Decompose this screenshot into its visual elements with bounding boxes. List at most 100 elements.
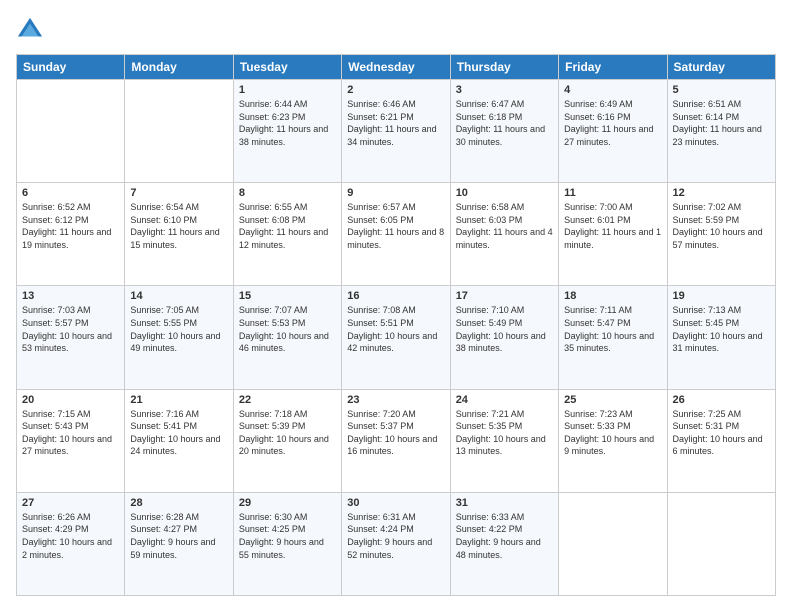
- day-number: 16: [347, 290, 444, 302]
- day-info: Sunrise: 7:08 AMSunset: 5:51 PMDaylight:…: [347, 304, 444, 354]
- calendar-cell: 11Sunrise: 7:00 AMSunset: 6:01 PMDayligh…: [559, 183, 667, 286]
- day-number: 1: [239, 84, 336, 96]
- day-number: 12: [673, 187, 770, 199]
- day-info: Sunrise: 6:52 AMSunset: 6:12 PMDaylight:…: [22, 201, 119, 251]
- day-header-friday: Friday: [559, 55, 667, 80]
- day-info: Sunrise: 7:07 AMSunset: 5:53 PMDaylight:…: [239, 304, 336, 354]
- calendar-week-row: 1 Sunrise: 6:44 AMSunset: 6:23 PMDaylight…: [17, 80, 776, 183]
- day-info: Sunrise: 7:25 AMSunset: 5:31 PMDaylight:…: [673, 408, 770, 458]
- calendar-cell: 23 Sunrise: 7:20 AMSunset: 5:37 PMDayligh…: [342, 389, 450, 492]
- day-number: 26: [673, 394, 770, 406]
- day-info: Sunrise: 7:20 AMSunset: 5:37 PMDaylight:…: [347, 408, 444, 458]
- day-number: 13: [22, 290, 119, 302]
- day-info: Sunrise: 6:33 AMSunset: 4:22 PMDaylight:…: [456, 511, 553, 561]
- day-info: Sunrise: 6:44 AMSunset: 6:23 PMDaylight:…: [239, 98, 336, 148]
- day-info: Sunrise: 7:16 AMSunset: 5:41 PMDaylight:…: [130, 408, 227, 458]
- calendar-cell: 16 Sunrise: 7:08 AMSunset: 5:51 PMDayligh…: [342, 286, 450, 389]
- day-info: Sunrise: 6:31 AMSunset: 4:24 PMDaylight:…: [347, 511, 444, 561]
- calendar-cell: 24 Sunrise: 7:21 AMSunset: 5:35 PMDayligh…: [450, 389, 558, 492]
- day-info: Sunrise: 6:57 AMSunset: 6:05 PMDaylight:…: [347, 201, 444, 251]
- day-number: 17: [456, 290, 553, 302]
- day-info: Sunrise: 7:21 AMSunset: 5:35 PMDaylight:…: [456, 408, 553, 458]
- day-header-thursday: Thursday: [450, 55, 558, 80]
- day-number: 7: [130, 187, 227, 199]
- day-number: 21: [130, 394, 227, 406]
- day-info: Sunrise: 7:13 AMSunset: 5:45 PMDaylight:…: [673, 304, 770, 354]
- calendar-cell: 29Sunrise: 6:30 AMSunset: 4:25 PMDayligh…: [233, 492, 341, 595]
- calendar-cell: 26 Sunrise: 7:25 AMSunset: 5:31 PMDayligh…: [667, 389, 775, 492]
- day-header-sunday: Sunday: [17, 55, 125, 80]
- header: [16, 16, 776, 44]
- day-info: Sunrise: 6:26 AMSunset: 4:29 PMDaylight:…: [22, 511, 119, 561]
- day-number: 31: [456, 497, 553, 509]
- logo: [16, 16, 48, 44]
- day-number: 2: [347, 84, 444, 96]
- day-info: Sunrise: 6:51 AMSunset: 6:14 PMDaylight:…: [673, 98, 770, 148]
- day-number: 8: [239, 187, 336, 199]
- calendar-table: SundayMondayTuesdayWednesdayThursdayFrid…: [16, 54, 776, 596]
- day-info: Sunrise: 6:55 AMSunset: 6:08 PMDaylight:…: [239, 201, 336, 251]
- calendar-cell: 20 Sunrise: 7:15 AMSunset: 5:43 PMDayligh…: [17, 389, 125, 492]
- calendar-cell: 8 Sunrise: 6:55 AMSunset: 6:08 PMDaylight…: [233, 183, 341, 286]
- day-header-tuesday: Tuesday: [233, 55, 341, 80]
- calendar-cell: 22 Sunrise: 7:18 AMSunset: 5:39 PMDayligh…: [233, 389, 341, 492]
- calendar-cell: 9Sunrise: 6:57 AMSunset: 6:05 PMDaylight…: [342, 183, 450, 286]
- day-info: Sunrise: 7:23 AMSunset: 5:33 PMDaylight:…: [564, 408, 661, 458]
- day-info: Sunrise: 7:15 AMSunset: 5:43 PMDaylight:…: [22, 408, 119, 458]
- calendar-cell: 21 Sunrise: 7:16 AMSunset: 5:41 PMDayligh…: [125, 389, 233, 492]
- calendar-cell: 25 Sunrise: 7:23 AMSunset: 5:33 PMDayligh…: [559, 389, 667, 492]
- day-number: 25: [564, 394, 661, 406]
- calendar-cell: 13Sunrise: 7:03 AMSunset: 5:57 PMDayligh…: [17, 286, 125, 389]
- calendar-cell: 27 Sunrise: 6:26 AMSunset: 4:29 PMDayligh…: [17, 492, 125, 595]
- calendar-cell: 31 Sunrise: 6:33 AMSunset: 4:22 PMDayligh…: [450, 492, 558, 595]
- calendar-cell: [17, 80, 125, 183]
- day-number: 18: [564, 290, 661, 302]
- day-header-monday: Monday: [125, 55, 233, 80]
- calendar-week-row: 13Sunrise: 7:03 AMSunset: 5:57 PMDayligh…: [17, 286, 776, 389]
- day-info: Sunrise: 7:10 AMSunset: 5:49 PMDaylight:…: [456, 304, 553, 354]
- calendar-cell: 5 Sunrise: 6:51 AMSunset: 6:14 PMDaylight…: [667, 80, 775, 183]
- calendar-cell: 15Sunrise: 7:07 AMSunset: 5:53 PMDayligh…: [233, 286, 341, 389]
- day-number: 3: [456, 84, 553, 96]
- day-info: Sunrise: 7:00 AMSunset: 6:01 PMDaylight:…: [564, 201, 661, 251]
- calendar-week-row: 27 Sunrise: 6:26 AMSunset: 4:29 PMDayligh…: [17, 492, 776, 595]
- day-number: 10: [456, 187, 553, 199]
- calendar-cell: 10Sunrise: 6:58 AMSunset: 6:03 PMDayligh…: [450, 183, 558, 286]
- day-number: 22: [239, 394, 336, 406]
- day-info: Sunrise: 6:30 AMSunset: 4:25 PMDaylight:…: [239, 511, 336, 561]
- day-info: Sunrise: 6:46 AMSunset: 6:21 PMDaylight:…: [347, 98, 444, 148]
- calendar-cell: 19 Sunrise: 7:13 AMSunset: 5:45 PMDayligh…: [667, 286, 775, 389]
- calendar-week-row: 20 Sunrise: 7:15 AMSunset: 5:43 PMDayligh…: [17, 389, 776, 492]
- day-number: 6: [22, 187, 119, 199]
- logo-icon: [16, 16, 44, 44]
- day-info: Sunrise: 7:18 AMSunset: 5:39 PMDaylight:…: [239, 408, 336, 458]
- calendar-cell: 28 Sunrise: 6:28 AMSunset: 4:27 PMDayligh…: [125, 492, 233, 595]
- calendar-cell: 7 Sunrise: 6:54 AMSunset: 6:10 PMDaylight…: [125, 183, 233, 286]
- day-info: Sunrise: 7:02 AMSunset: 5:59 PMDaylight:…: [673, 201, 770, 251]
- calendar-cell: 17 Sunrise: 7:10 AMSunset: 5:49 PMDayligh…: [450, 286, 558, 389]
- day-number: 14: [130, 290, 227, 302]
- day-header-wednesday: Wednesday: [342, 55, 450, 80]
- calendar-cell: [667, 492, 775, 595]
- day-number: 24: [456, 394, 553, 406]
- day-number: 28: [130, 497, 227, 509]
- day-number: 5: [673, 84, 770, 96]
- calendar-cell: 3Sunrise: 6:47 AMSunset: 6:18 PMDaylight…: [450, 80, 558, 183]
- day-number: 19: [673, 290, 770, 302]
- calendar-cell: [125, 80, 233, 183]
- day-info: Sunrise: 6:54 AMSunset: 6:10 PMDaylight:…: [130, 201, 227, 251]
- day-number: 4: [564, 84, 661, 96]
- day-info: Sunrise: 6:28 AMSunset: 4:27 PMDaylight:…: [130, 511, 227, 561]
- day-info: Sunrise: 7:11 AMSunset: 5:47 PMDaylight:…: [564, 304, 661, 354]
- calendar-cell: 2 Sunrise: 6:46 AMSunset: 6:21 PMDaylight…: [342, 80, 450, 183]
- day-number: 27: [22, 497, 119, 509]
- day-number: 23: [347, 394, 444, 406]
- calendar-cell: 14Sunrise: 7:05 AMSunset: 5:55 PMDayligh…: [125, 286, 233, 389]
- day-header-saturday: Saturday: [667, 55, 775, 80]
- day-number: 20: [22, 394, 119, 406]
- calendar-cell: 1 Sunrise: 6:44 AMSunset: 6:23 PMDaylight…: [233, 80, 341, 183]
- calendar-cell: 30Sunrise: 6:31 AMSunset: 4:24 PMDayligh…: [342, 492, 450, 595]
- calendar-cell: 12 Sunrise: 7:02 AMSunset: 5:59 PMDayligh…: [667, 183, 775, 286]
- calendar-cell: 6 Sunrise: 6:52 AMSunset: 6:12 PMDaylight…: [17, 183, 125, 286]
- calendar-header-row: SundayMondayTuesdayWednesdayThursdayFrid…: [17, 55, 776, 80]
